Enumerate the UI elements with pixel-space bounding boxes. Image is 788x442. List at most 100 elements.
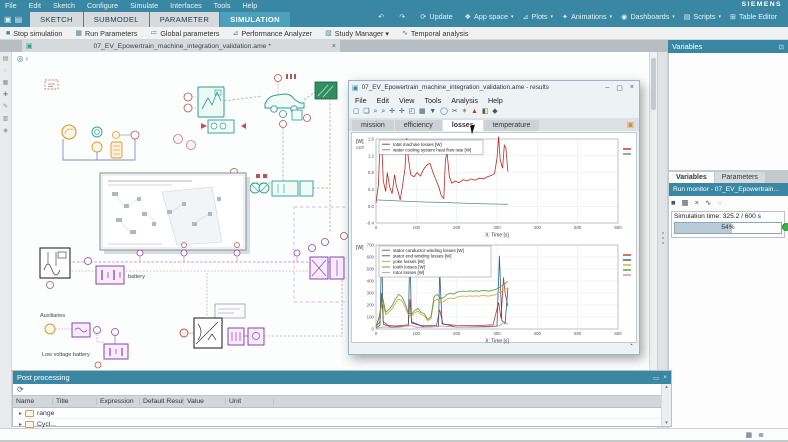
library-panel-icon[interactable]: ▤ (3, 56, 9, 62)
tools-panel-icon[interactable]: ◈ (3, 128, 8, 134)
column-header[interactable]: Unit (226, 398, 274, 405)
document-tab[interactable]: ▣ 07_EV_Epowertrain_machine_integration_… (22, 40, 340, 52)
refresh-circle-icon[interactable]: ◯ (440, 108, 448, 116)
temporal-analysis-button[interactable]: ∿ Temporal analysis (402, 29, 468, 38)
components-panel-icon[interactable]: ▦ (3, 80, 9, 86)
filter-icon[interactable]: ▼ (429, 108, 436, 116)
column-header[interactable]: Default Resul (140, 398, 184, 405)
stop-simulation-button[interactable]: ■ Stop simulation (6, 29, 62, 38)
column-header[interactable]: Value (184, 398, 226, 405)
close-run-icon[interactable]: × (695, 198, 699, 207)
component-chiller[interactable] (39, 247, 71, 289)
pin-icon[interactable]: ⊡ (779, 43, 784, 51)
results-menu-item[interactable]: Analysis (451, 96, 478, 105)
refresh-icon[interactable]: ◌ (717, 198, 721, 207)
grid-view-icon[interactable]: ▦ (746, 431, 753, 439)
right-panel-tab[interactable]: Parameters (714, 172, 765, 183)
right-panel-tab[interactable]: Variables (669, 172, 714, 183)
menu-item[interactable]: Sketch (53, 1, 75, 10)
menu-item[interactable]: File (5, 1, 17, 10)
maximize-button[interactable]: ▢ (614, 84, 625, 92)
layers-panel-icon[interactable]: ▥ (3, 116, 9, 122)
results-tab[interactable]: efficiency (394, 120, 442, 131)
redo-icon[interactable]: ↷ (399, 12, 411, 21)
close-panel-icon[interactable]: × (663, 374, 667, 382)
close-button[interactable]: × (628, 84, 636, 91)
performance-analyzer-button[interactable]: ⊿ Performance Analyzer (232, 29, 312, 38)
results-menu-item[interactable]: View (399, 96, 414, 105)
cut-icon[interactable]: ✂ (452, 108, 458, 116)
mode-tab[interactable]: SKETCH (30, 12, 83, 27)
run-parameters-button[interactable]: ▦ Run Parameters (75, 29, 137, 38)
losses-chart-bottom[interactable]: 0 100 200 300 400 500 600010020030040050060070… (354, 241, 634, 345)
open-icon[interactable]: ▤ (15, 16, 23, 24)
global-parameters-button[interactable]: ≔ Global parameters (150, 29, 219, 38)
pan-up-icon[interactable]: ✛ (389, 108, 395, 116)
results-window-titlebar[interactable]: ▣ 07_EV_Epowertrain_machine_integration_… (349, 81, 639, 94)
run-monitor-header[interactable]: Run monitor - 07_EV_Epowertrain... (669, 183, 788, 196)
component-vehicle[interactable] (223, 74, 305, 113)
results-tab[interactable]: temperature (483, 120, 540, 131)
results-menu-item[interactable]: Tools (424, 96, 441, 105)
mode-tab[interactable]: SUBMODEL (83, 12, 149, 27)
search-panel-icon[interactable]: ◌ (4, 68, 8, 74)
component-cooling-fans[interactable] (249, 174, 330, 197)
menu-item[interactable]: Interfaces (170, 1, 202, 10)
results-tab[interactable]: mission (352, 120, 394, 131)
scripts-button[interactable]: ▤ Scripts ▾ (684, 12, 721, 21)
component-dcdc-hv[interactable] (308, 232, 348, 280)
add-panel-icon[interactable]: ✚ (3, 92, 8, 98)
breadcrumb[interactable]: ◎ › (17, 54, 28, 63)
component-auxiliaries[interactable]: Auxiliaries (40, 313, 104, 343)
stop-icon[interactable]: ■ (671, 198, 676, 207)
menu-item[interactable]: Configure (87, 1, 118, 10)
update-button[interactable]: ⟳ Update (420, 12, 455, 21)
dashboards-button[interactable]: ◉ Dashboards ▾ (621, 12, 675, 21)
post-processing-header[interactable]: Post processing ▭ × (13, 371, 671, 384)
expand-icon[interactable]: ▸ (19, 421, 22, 428)
app-space-button[interactable]: ❖ App space ▾ (465, 12, 514, 21)
chart-icon[interactable]: ∿ (705, 198, 711, 207)
star-icon[interactable]: ✶ (461, 108, 467, 116)
plots-button[interactable]: ⊿ Plots ▾ (523, 12, 554, 21)
menu-item[interactable]: Help (242, 1, 257, 10)
results-menu-item[interactable]: File (355, 96, 367, 105)
refresh-icon[interactable]: ⟳ (17, 385, 24, 394)
palette-icon[interactable]: ◧ (482, 108, 488, 116)
post-processing-scrollbar[interactable]: ▲ ▼ (661, 384, 671, 426)
column-header[interactable]: Expression (97, 398, 140, 405)
mode-tab[interactable]: PARAMETER (149, 12, 220, 27)
results-tab[interactable]: losses (442, 120, 483, 131)
add-curve-icon[interactable]: ✛ (399, 108, 405, 116)
minimize-panel-icon[interactable]: ▭ (653, 374, 659, 382)
table-row[interactable]: ▸ range (13, 408, 671, 419)
animations-button[interactable]: ✦ Animations ▾ (562, 12, 612, 21)
triangle-marker-icon[interactable]: ▲ (471, 108, 478, 116)
export-icon[interactable]: ◆ (492, 108, 497, 116)
list-view-icon[interactable]: ≣ (758, 431, 764, 439)
zoom-box-icon[interactable]: ❏ (363, 108, 369, 116)
table-editor-button[interactable]: ⊞ Table Editor (730, 12, 780, 21)
close-document-icon[interactable]: × (332, 43, 336, 50)
column-header[interactable]: Title (53, 398, 97, 405)
results-window[interactable]: ▣ 07_EV_Epowertrain_machine_integration_… (348, 80, 640, 355)
menu-item[interactable]: Edit (29, 1, 41, 10)
alert-icon[interactable]: ▣ (627, 120, 634, 129)
normalize-icon[interactable]: ◰ (409, 108, 415, 116)
column-header[interactable]: Name (13, 398, 53, 405)
component-dcdc-lv[interactable] (179, 273, 343, 349)
losses-chart-top[interactable]: 0 100 200 300 400 500 600 -0.4 0.0 0.4 0.8 1.2 1.6 X:… (354, 135, 634, 239)
expand-icon[interactable]: ▸ (19, 410, 22, 417)
zoom-out-icon[interactable]: ⌕ (381, 108, 385, 116)
scrollbar-thumb[interactable] (651, 58, 656, 110)
component-emachine[interactable] (183, 86, 225, 118)
plot-icon[interactable]: ▦ (682, 198, 689, 207)
select-cursor-icon[interactable]: ▢ (353, 108, 359, 116)
mode-tab[interactable]: SIMULATION (220, 12, 290, 27)
edit-panel-icon[interactable]: ✎ (3, 104, 8, 110)
menu-item[interactable]: Tools (214, 1, 231, 10)
save-icon[interactable]: ▣ (4, 16, 12, 24)
zoom-in-icon[interactable]: ⌕ (374, 108, 378, 116)
scroll-down-icon[interactable]: ▼ (662, 420, 671, 426)
results-menu-item[interactable]: Help (488, 96, 503, 105)
